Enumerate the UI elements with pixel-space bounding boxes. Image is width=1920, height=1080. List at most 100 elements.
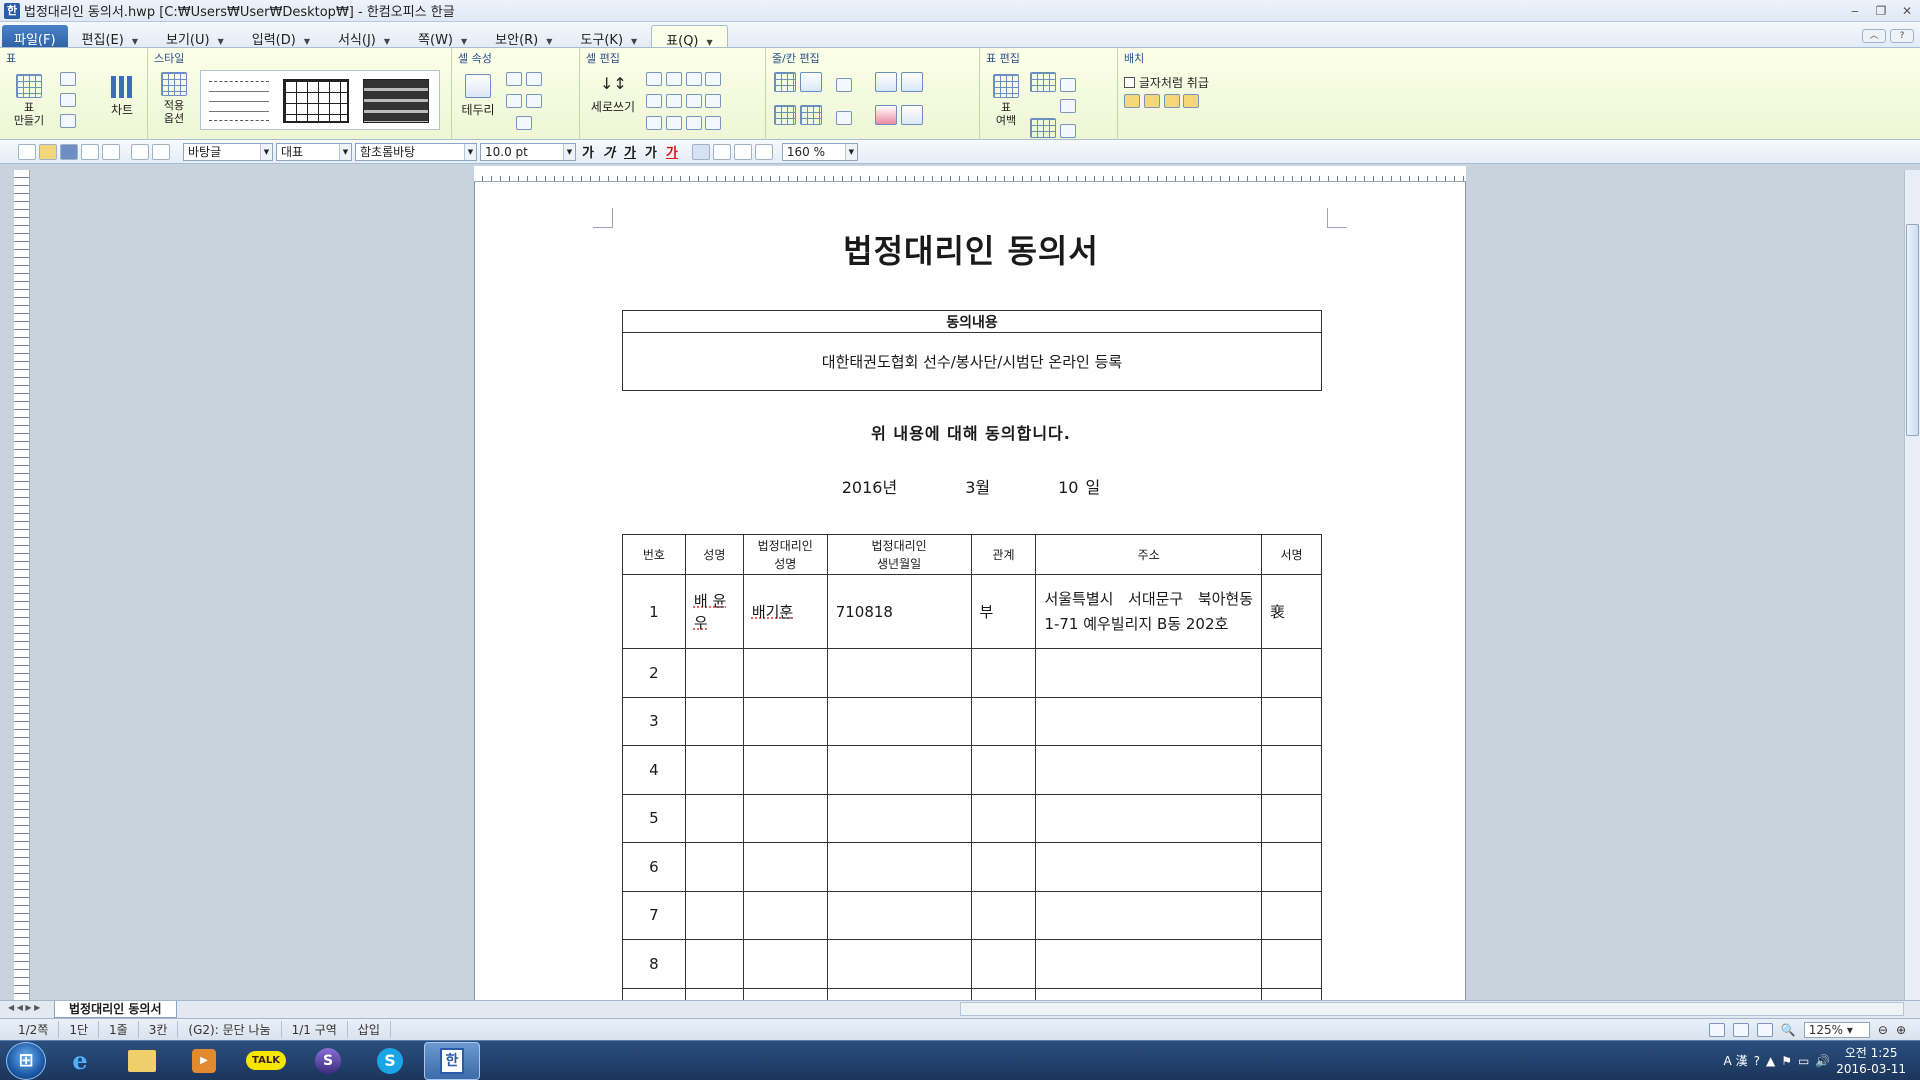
cell-grid-icon[interactable] (774, 105, 796, 125)
equalize-icon[interactable] (901, 105, 924, 125)
cell-name[interactable]: 배 윤 우 (684, 574, 744, 649)
cell-name[interactable] (684, 987, 744, 1000)
cell-signature[interactable] (1261, 793, 1322, 843)
pen-table-icon[interactable] (60, 93, 76, 107)
consent-header[interactable]: 동의내용 (622, 310, 1322, 333)
borders-button[interactable]: 테두리 (458, 74, 498, 118)
date-month[interactable]: 3월 (965, 474, 990, 498)
font-size-select[interactable]: 10.0 pt ▼ (480, 142, 576, 161)
cell-relation[interactable]: 부 (970, 574, 1037, 649)
table-props-icon[interactable] (1059, 78, 1076, 92)
vertical-scrollbar[interactable] (1904, 170, 1920, 1000)
bold-button[interactable]: 가 (579, 142, 597, 161)
minimize-button[interactable]: ‒ (1842, 2, 1868, 20)
open-folder-icon[interactable] (39, 143, 57, 160)
edit-table-icon[interactable] (60, 72, 76, 86)
ime-indicator[interactable]: A 漢 (1724, 1052, 1748, 1069)
align-right-icon[interactable] (754, 143, 773, 160)
insert-row-icon[interactable] (835, 78, 852, 92)
align-bottom-icon[interactable] (646, 116, 662, 130)
cell-signature[interactable] (1261, 648, 1322, 698)
zoom-select[interactable]: 125% ▾ (1803, 1021, 1870, 1038)
shade-icon[interactable] (515, 116, 532, 130)
cell-name[interactable] (684, 696, 744, 746)
cell-name[interactable] (684, 648, 744, 698)
cell-no[interactable]: 7 (622, 890, 686, 940)
document-page[interactable]: 법정대리인 동의서 동의내용 대한태권도협회 선수/봉사단/시범단 온라인 등록… (474, 182, 1466, 1000)
cell-guardian-birth[interactable] (826, 890, 972, 940)
cell-signature[interactable] (1261, 987, 1322, 1000)
menu-view[interactable]: 보기(U) ▼ (152, 25, 238, 48)
cell-no[interactable]: 6 (622, 842, 686, 892)
cell-relation[interactable] (970, 842, 1037, 892)
style-select[interactable]: 바탕글 ▼ (183, 142, 273, 161)
guardian-table[interactable]: 번호 성명 법정대리인 성명 법정대리인 생년월일 관계 주소 서명 1 배 윤… (622, 534, 1322, 1000)
merge-cells-icon[interactable] (774, 72, 796, 92)
cell-no[interactable]: 3 (622, 696, 686, 746)
cell-no[interactable]: 2 (622, 648, 686, 698)
ie-icon[interactable]: e (52, 1042, 108, 1080)
cell-guardian-birth[interactable] (826, 842, 972, 892)
explorer-icon[interactable] (114, 1042, 170, 1080)
cell-address[interactable] (1035, 648, 1263, 698)
cell-guardian-name[interactable]: 배기훈 (742, 574, 828, 649)
cell-address[interactable] (1035, 793, 1263, 843)
cell-name[interactable] (684, 939, 744, 989)
magnifier-icon[interactable]: 🔍 (1781, 1023, 1796, 1037)
horizontal-scrollbar[interactable] (960, 1002, 1904, 1016)
align-mr-icon[interactable] (705, 94, 722, 108)
wrap-front-icon[interactable] (1183, 94, 1200, 108)
menu-table[interactable]: 표(Q) ▼ (651, 25, 728, 49)
help-button[interactable]: ? (1890, 29, 1914, 43)
start-button[interactable]: ⊞ (6, 1041, 46, 1080)
view-web-icon[interactable] (1756, 1022, 1773, 1037)
cell-no[interactable]: 1 (622, 574, 686, 649)
menu-file[interactable]: 파일(F) (2, 25, 68, 48)
cell-relation[interactable] (970, 745, 1037, 795)
date-day[interactable]: 10 일 (1058, 474, 1100, 498)
consent-table[interactable]: 동의내용 대한태권도협회 선수/봉사단/시범단 온라인 등록 (622, 310, 1322, 391)
cell-address[interactable] (1035, 745, 1263, 795)
consent-date[interactable]: 2016년 3월 10 일 (475, 474, 1465, 498)
s-app-icon[interactable]: S (300, 1042, 356, 1080)
volume-icon[interactable]: 🔊 (1815, 1054, 1830, 1068)
cell-signature[interactable]: 裵 (1261, 574, 1322, 649)
cell-guardian-name[interactable] (742, 842, 828, 892)
tab-document[interactable]: 법정대리인 동의서 (54, 1001, 177, 1018)
menu-edit[interactable]: 편집(E) ▼ (68, 25, 152, 48)
treat-as-char-checkbox[interactable]: 글자처럼 취급 (1124, 74, 1236, 91)
align-left-icon[interactable] (712, 143, 731, 160)
view-normal-icon[interactable] (1708, 1022, 1725, 1037)
cell-guardian-name[interactable] (742, 890, 828, 940)
tray-expand-icon[interactable]: ▲ (1766, 1054, 1775, 1068)
table-calc-icon[interactable] (1059, 124, 1076, 138)
align-mc-icon[interactable] (685, 94, 702, 108)
help-icon[interactable]: ? (1754, 1054, 1760, 1068)
cell-guardian-name[interactable] (742, 648, 828, 698)
cell-relation[interactable] (970, 890, 1037, 940)
view-page-icon[interactable] (1732, 1022, 1749, 1037)
preview-icon[interactable] (102, 143, 120, 160)
table-width-icon[interactable] (1030, 72, 1056, 92)
cell-signature[interactable] (1261, 939, 1322, 989)
clock[interactable]: 오전 1:25 2016-03-11 (1836, 1045, 1906, 1077)
cell-name[interactable] (684, 842, 744, 892)
cell-signature[interactable] (1261, 890, 1322, 940)
cell-name[interactable] (684, 793, 744, 843)
date-year[interactable]: 2016년 (842, 474, 897, 498)
redo-icon[interactable] (152, 143, 170, 160)
make-table-button[interactable]: 표 만들기 (8, 74, 50, 127)
table-margin-button[interactable]: 표 여백 (988, 74, 1024, 127)
cell-name[interactable] (684, 890, 744, 940)
delete-row-icon[interactable] (835, 111, 852, 125)
language-select[interactable]: 대표 ▼ (276, 142, 352, 161)
apply-options-button[interactable]: 적용 옵션 (154, 72, 194, 125)
horizontal-ruler[interactable] (474, 166, 1466, 182)
table-height-icon[interactable] (1030, 118, 1056, 138)
style-preview-grid[interactable] (283, 79, 349, 123)
agree-statement[interactable]: 위 내용에 대해 동의합니다. (475, 420, 1465, 444)
header-guardian-name[interactable]: 법정대리인 성명 (742, 534, 828, 575)
chart-button[interactable]: 차트 (104, 76, 140, 118)
cell-signature[interactable] (1261, 696, 1322, 746)
cell-address[interactable] (1035, 890, 1263, 940)
